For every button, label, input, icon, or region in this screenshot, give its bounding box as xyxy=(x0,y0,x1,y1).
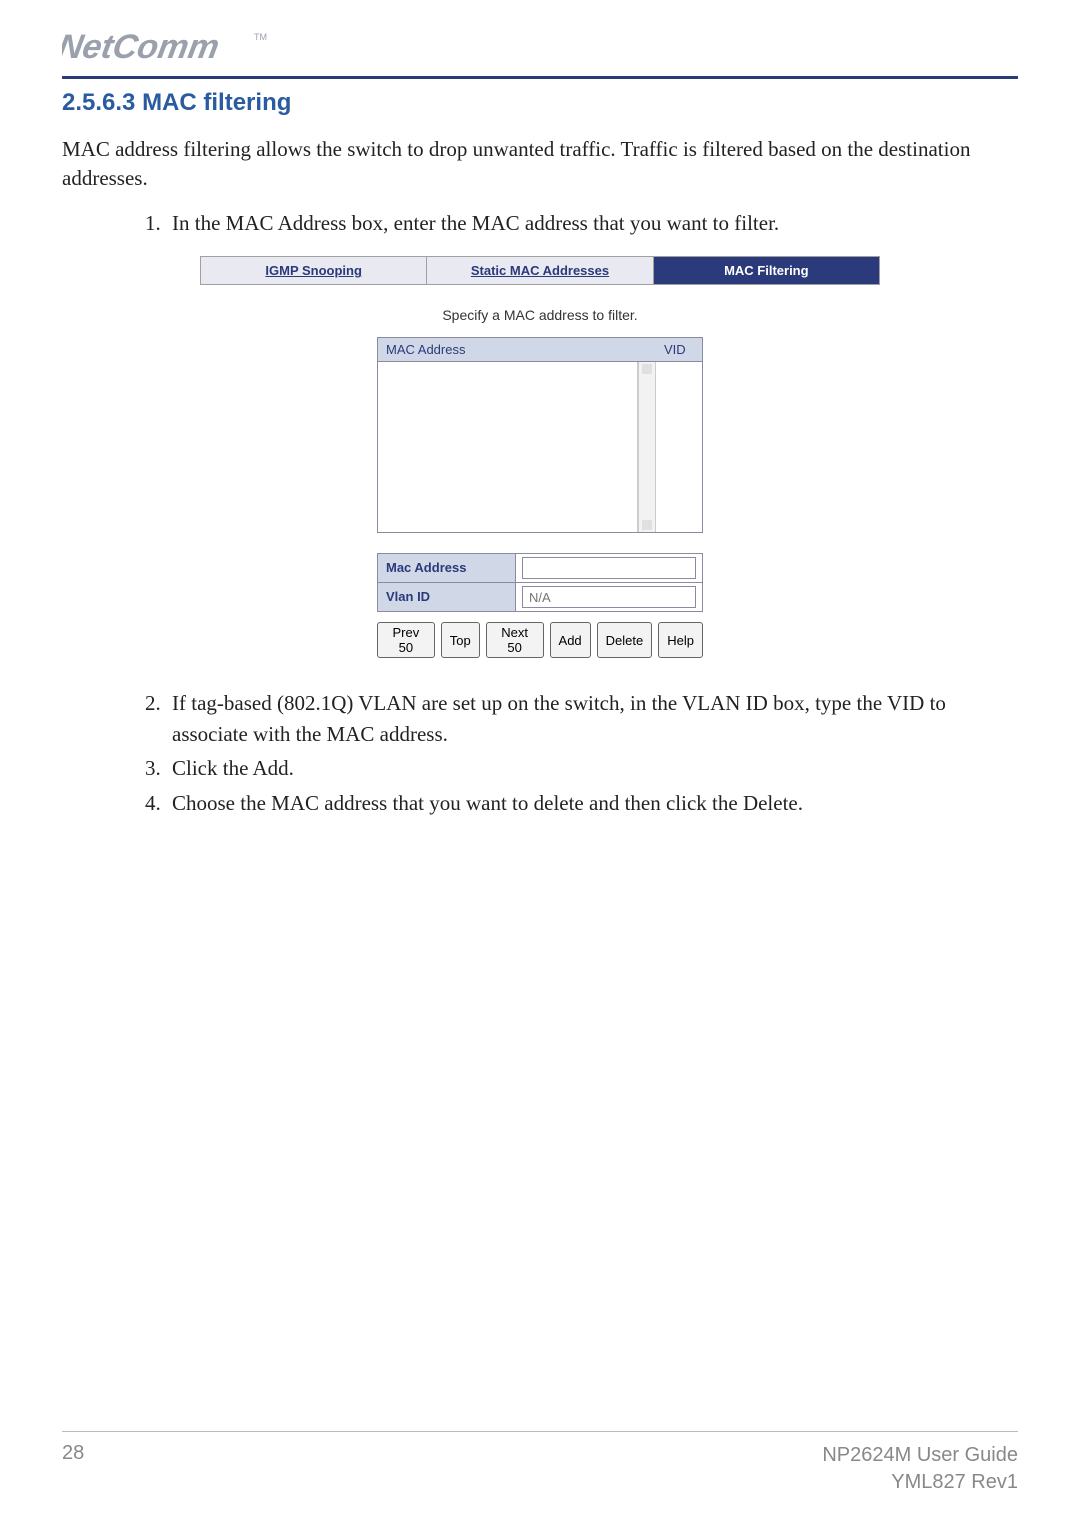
help-button[interactable]: Help xyxy=(658,622,703,658)
next-50-button[interactable]: Next 50 xyxy=(486,622,544,658)
header-divider xyxy=(62,76,1018,79)
tab-bar: IGMP Snooping Static MAC Addresses MAC F… xyxy=(200,256,880,285)
svg-text:NetComm: NetComm xyxy=(62,28,222,66)
brand-logo: NetComm TM xyxy=(62,26,1018,76)
mac-entry-form: Mac Address Vlan ID xyxy=(377,553,703,612)
intro-paragraph: MAC address filtering allows the switch … xyxy=(62,135,1018,194)
delete-button[interactable]: Delete xyxy=(597,622,653,658)
step-3: Click the Add. xyxy=(166,753,1018,783)
listbox-scrollbar[interactable] xyxy=(638,362,656,532)
listbox-col-vid: VID xyxy=(656,338,702,361)
section-heading: 2.5.6.3 MAC filtering xyxy=(62,89,1018,117)
page-footer: 28 NP2624M User Guide YML827 Rev1 xyxy=(62,1431,1018,1496)
mac-filtering-ui: IGMP Snooping Static MAC Addresses MAC F… xyxy=(200,256,880,658)
prev-50-button[interactable]: Prev 50 xyxy=(377,622,435,658)
footer-revision: YML827 Rev1 xyxy=(822,1469,1018,1496)
vlan-id-input[interactable] xyxy=(522,586,696,608)
step-4: Choose the MAC address that you want to … xyxy=(166,788,1018,818)
listbox-body-mac[interactable] xyxy=(378,362,638,532)
tab-igmp-snooping[interactable]: IGMP Snooping xyxy=(201,257,427,284)
top-button[interactable]: Top xyxy=(441,622,480,658)
tab-mac-filtering[interactable]: MAC Filtering xyxy=(654,257,879,284)
page-number: 28 xyxy=(62,1442,84,1496)
steps-list-top: In the MAC Address box, enter the MAC ad… xyxy=(62,208,1018,238)
svg-text:TM: TM xyxy=(254,32,267,42)
ui-caption: Specify a MAC address to filter. xyxy=(200,285,880,337)
step-1: In the MAC Address box, enter the MAC ad… xyxy=(166,208,1018,238)
button-row: Prev 50 Top Next 50 Add Delete Help xyxy=(377,622,703,658)
mac-address-input[interactable] xyxy=(522,557,696,579)
listbox-body-vid[interactable] xyxy=(656,362,702,532)
footer-guide-title: NP2624M User Guide xyxy=(822,1442,1018,1469)
mac-listbox: MAC Address VID xyxy=(377,337,703,533)
step-2: If tag-based (802.1Q) VLAN are set up on… xyxy=(166,688,1018,749)
add-button[interactable]: Add xyxy=(550,622,591,658)
steps-list-bottom: If tag-based (802.1Q) VLAN are set up on… xyxy=(62,688,1018,818)
listbox-col-mac: MAC Address xyxy=(378,338,656,361)
mac-address-label: Mac Address xyxy=(378,554,516,582)
vlan-id-label: Vlan ID xyxy=(378,583,516,611)
tab-static-mac[interactable]: Static MAC Addresses xyxy=(427,257,653,284)
